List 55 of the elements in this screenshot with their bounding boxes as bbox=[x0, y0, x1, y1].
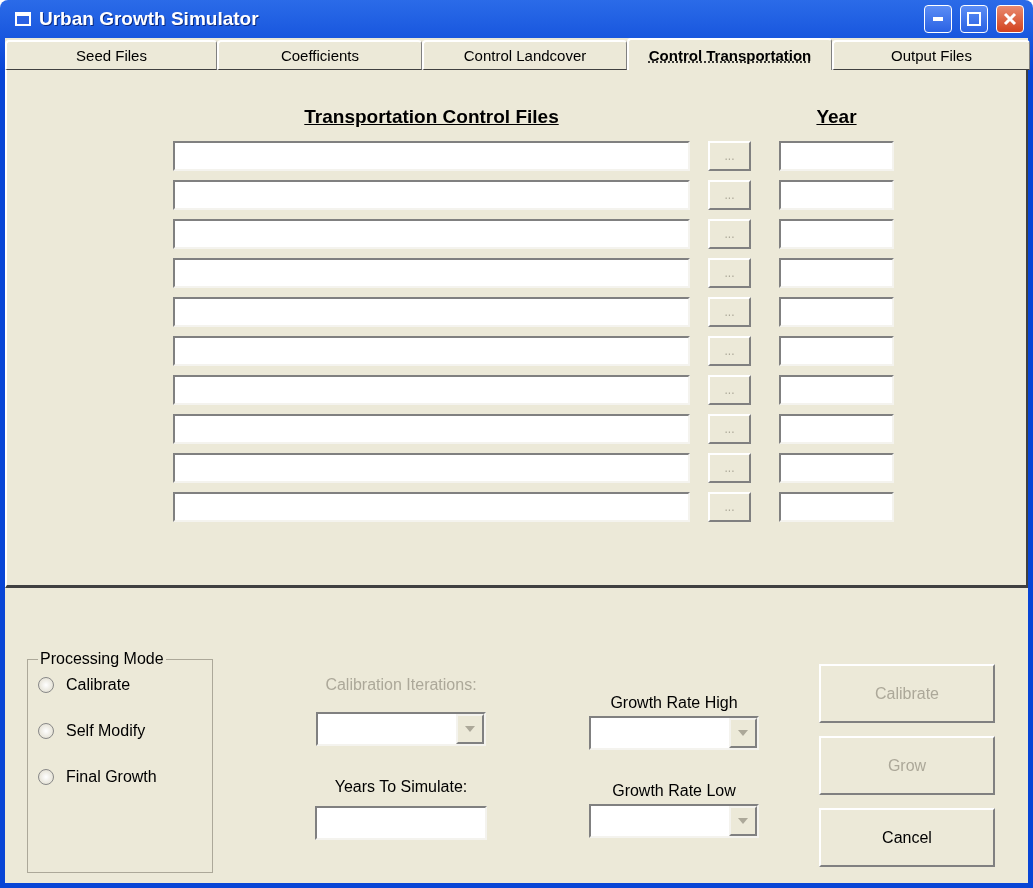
file-path-field[interactable] bbox=[173, 180, 690, 210]
field-label: Growth Rate Low bbox=[612, 782, 736, 801]
action-button[interactable]: Cancel bbox=[819, 808, 995, 867]
close-icon bbox=[1003, 12, 1017, 26]
group-title: Processing Mode bbox=[39, 650, 165, 668]
year-field[interactable] bbox=[779, 336, 894, 366]
column-heading: Year bbox=[815, 106, 858, 128]
year-field[interactable] bbox=[779, 297, 894, 327]
file-path-field[interactable] bbox=[173, 492, 690, 522]
year-field[interactable] bbox=[779, 375, 894, 405]
dropdown-button[interactable] bbox=[729, 806, 757, 836]
tab[interactable]: Output Files bbox=[832, 40, 1030, 70]
dropdown[interactable] bbox=[589, 716, 759, 750]
year-field[interactable] bbox=[779, 141, 894, 171]
file-path-field[interactable] bbox=[173, 453, 690, 483]
radio-button[interactable] bbox=[38, 769, 54, 785]
dropdown-button[interactable] bbox=[729, 718, 757, 748]
minimize-icon bbox=[933, 17, 943, 21]
file-path-field[interactable] bbox=[173, 336, 690, 366]
column-heading: Transportation Control Files bbox=[303, 106, 560, 128]
radio-button[interactable] bbox=[38, 677, 54, 693]
file-path-field[interactable] bbox=[173, 219, 690, 249]
year-field[interactable] bbox=[779, 492, 894, 522]
field-label: Growth Rate High bbox=[610, 694, 738, 713]
dropdown[interactable] bbox=[589, 804, 759, 838]
tab[interactable]: Seed Files bbox=[5, 40, 217, 70]
tab[interactable]: Control Transportation bbox=[627, 38, 832, 70]
year-field[interactable] bbox=[779, 258, 894, 288]
file-path-field[interactable] bbox=[173, 297, 690, 327]
year-field[interactable] bbox=[779, 453, 894, 483]
caret-icon bbox=[738, 730, 748, 736]
maximize-button[interactable] bbox=[960, 5, 988, 33]
caret-icon bbox=[738, 818, 748, 824]
years-field[interactable] bbox=[315, 806, 487, 840]
caret-icon bbox=[465, 726, 475, 732]
file-path-field[interactable] bbox=[173, 141, 690, 171]
file-path-field[interactable] bbox=[173, 375, 690, 405]
maximize-icon bbox=[967, 12, 981, 26]
year-field[interactable] bbox=[779, 414, 894, 444]
year-field[interactable] bbox=[779, 219, 894, 249]
radio-option[interactable]: Self Modify bbox=[38, 722, 202, 740]
field-label: Calibration Iterations: bbox=[325, 676, 477, 695]
year-field[interactable] bbox=[779, 180, 894, 210]
tab[interactable]: Control Landcover bbox=[422, 40, 627, 70]
file-path-field[interactable] bbox=[173, 414, 690, 444]
file-path-field[interactable] bbox=[173, 258, 690, 288]
close-button[interactable] bbox=[996, 5, 1024, 33]
tab[interactable]: Coefficients bbox=[217, 40, 422, 70]
window-title: Urban Growth Simulator bbox=[39, 8, 260, 30]
minimize-button[interactable] bbox=[924, 5, 952, 33]
radio-option[interactable]: Calibrate bbox=[38, 676, 202, 694]
window-icon bbox=[15, 12, 31, 26]
radio-button[interactable] bbox=[38, 723, 54, 739]
radio-option[interactable]: Final Growth bbox=[38, 768, 202, 786]
field-label: Years To Simulate: bbox=[334, 778, 468, 797]
